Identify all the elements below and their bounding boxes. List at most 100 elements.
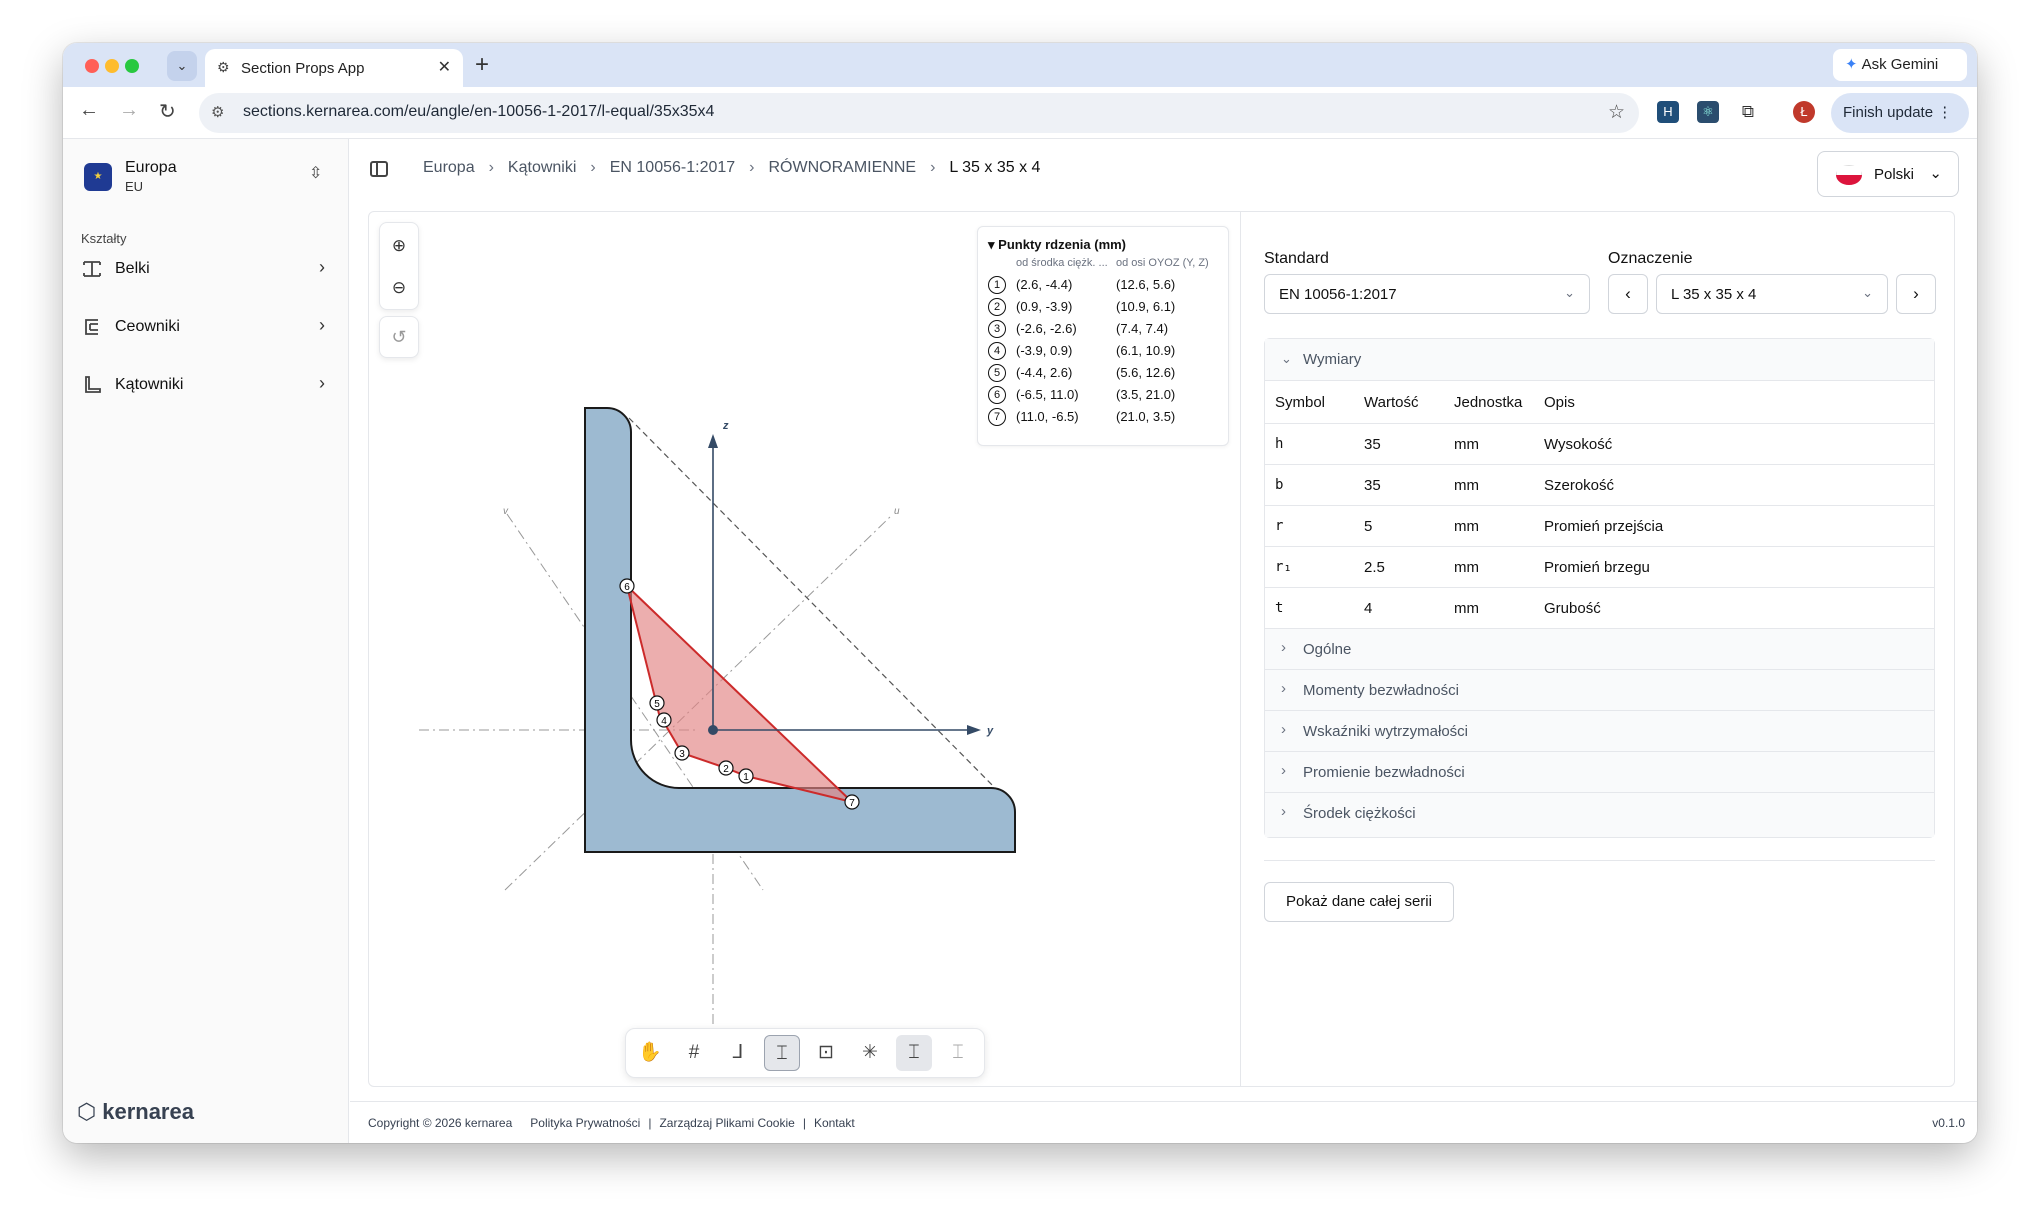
sidebar-item-belki[interactable]: Belki › [75,249,337,289]
standard-select[interactable]: EN 10056-1:2017 ⌄ [1264,274,1590,314]
symbol-cell: b [1275,477,1284,493]
core-point-label: 6 [624,582,630,593]
reload-icon[interactable]: ↻ [159,99,176,124]
site-info-icon[interactable]: ⚙ [211,103,224,121]
footer-separator: | [648,1116,652,1130]
axes-icon[interactable]: ⅃ [720,1035,756,1071]
core-point-6[interactable]: 6 [619,578,635,594]
tab-search-button[interactable]: ⌄ [167,51,197,81]
accordion-section-moduli[interactable]: › Wskaźniki wytrzymałości [1265,710,1934,751]
zoom-in-icon[interactable]: ⊕ [380,225,418,267]
url-text[interactable]: sections.kernarea.com/eu/angle/en-10056-… [243,103,714,121]
accordion-centroid[interactable]: › Środek ciężkości [1265,792,1934,837]
show-series-button[interactable]: Pokaż dane całej serii [1264,882,1454,922]
sidebar-item-ceowniki[interactable]: Ceowniki › [75,307,337,347]
origin-coords: (6.1, 10.9) [1116,343,1176,358]
sidebar-item-label: Belki [115,260,150,277]
hand-icon[interactable]: ✋ [632,1035,668,1071]
breadcrumb-separator-icon: › [488,159,494,176]
new-tab-button[interactable]: + [475,51,489,79]
close-tab-icon[interactable]: ✕ [438,57,451,77]
accordion-radii-of-gyration[interactable]: › Promienie bezwładności [1265,751,1934,792]
principal-axes-icon[interactable]: ✳ [852,1035,888,1071]
standard-label: Standard [1264,250,1329,267]
site-favicon-icon: ⚙ [217,59,230,75]
sidebar-item-katowniki[interactable]: Kątowniki › [75,365,337,405]
core-point-3[interactable]: 3 [674,745,690,761]
browser-tab[interactable]: ⚙ Section Props App ✕ [205,49,463,87]
copyright-text: Copyright © 2026 kernarea [368,1116,513,1130]
extension-react-icon[interactable]: ⚛ [1697,101,1719,123]
accordion-moments-of-inertia[interactable]: › Momenty bezwładności [1265,669,1934,710]
i-beam-icon [83,261,101,277]
legend-title[interactable]: ▾ Punkty rdzenia (mm) [988,237,1126,253]
u-axis-label: u [894,506,900,517]
reset-view-icon[interactable]: ↺ [379,316,419,358]
origin-coords: (7.4, 7.4) [1116,321,1169,336]
accordion-general[interactable]: › Ogólne [1265,628,1934,669]
cookies-link[interactable]: Zarządzaj Plikami Cookie [659,1116,794,1130]
dimensions-icon[interactable]: ⌶ [764,1035,800,1071]
centroid-icon[interactable]: ⊡ [808,1035,844,1071]
more-menu-icon: ⋮ [1937,104,1953,121]
maximize-window-button[interactable] [125,59,139,73]
breadcrumb-item[interactable]: EN 10056-1:2017 [610,159,735,176]
section-canvas[interactable]: z y u v 1 2 3 4 5 6 7 ⊕ ⊖ ↺ ▾ Punkty rdz… [369,212,1241,1086]
section-label: Kształty [81,231,127,246]
previous-designation-button[interactable]: ‹ [1608,274,1648,314]
next-designation-button[interactable]: › [1896,274,1936,314]
kernarea-logo: ⬡ kernarea [77,1099,194,1125]
back-icon[interactable]: ← [79,99,99,122]
description-cell: Szerokość [1544,477,1615,494]
breadcrumb-item[interactable]: Europa [423,159,475,176]
ask-gemini-button[interactable]: ✦ Ask Gemini [1833,49,1967,81]
unit-cell: mm [1454,559,1479,576]
table-row: r 5 mm Promień przejścia [1265,505,1934,546]
breadcrumb-item[interactable]: Kątowniki [508,159,576,176]
finish-update-button[interactable]: Finish update ⋮ [1831,93,1969,133]
designation-select[interactable]: L 35 x 35 x 4 ⌄ [1656,274,1888,314]
breadcrumb-item[interactable]: RÓWNORAMIENNE [769,159,917,176]
value-cell: 35 [1364,477,1381,494]
sidebar-toggle-icon[interactable] [370,161,388,177]
gemini-icon: ✦ [1845,56,1858,73]
column-header: Jednostka [1454,394,1523,411]
minimize-window-button[interactable] [105,59,119,73]
collapse-triangle-icon: ▾ [988,237,995,252]
core-point-5[interactable]: 5 [649,695,665,711]
forward-icon[interactable]: → [119,99,139,122]
core-point-1[interactable]: 1 [738,768,754,784]
extension-h-icon[interactable]: H [1657,101,1679,123]
description-cell: Promień przejścia [1544,518,1664,535]
grid-icon[interactable]: # [676,1035,712,1071]
section-shape-icon[interactable]: ⌶ [940,1035,976,1071]
core-point-4[interactable]: 4 [656,712,672,728]
core-point-label: 2 [723,764,729,775]
chevron-right-icon: › [1281,762,1286,779]
profile-avatar[interactable]: Ł [1793,101,1815,123]
core-polygon [625,582,856,804]
origin-coords: (5.6, 12.6) [1116,365,1176,380]
description-cell: Grubość [1544,600,1601,617]
view-toolbar: ✋ # ⅃ ⌶ ⊡ ✳ ⌶ ⌶ [625,1028,985,1078]
extensions-puzzle-icon[interactable]: ⧉ [1737,101,1759,123]
footer-links: Copyright © 2026 kernarea Polityka Prywat… [368,1116,855,1130]
zoom-out-icon[interactable]: ⊖ [380,267,418,309]
unit-cell: mm [1454,477,1479,494]
core-icon[interactable]: ⌶ [896,1035,932,1071]
designation-value: L 35 x 35 x 4 [1671,286,1757,303]
sidebar-item-label: Ceowniki [115,318,180,335]
contact-link[interactable]: Kontakt [814,1116,855,1130]
bookmark-star-icon[interactable]: ☆ [1608,101,1625,124]
close-window-button[interactable] [85,59,99,73]
privacy-link[interactable]: Polityka Prywatności [530,1116,640,1130]
address-bar[interactable]: ⚙ sections.kernarea.com/eu/angle/en-1005… [199,93,1639,133]
accordion-dimensions-header[interactable]: ⌄ Wymiary [1265,339,1934,381]
core-point-7[interactable]: 7 [844,794,860,810]
accordion-title: Ogólne [1303,641,1352,658]
value-cell: 5 [1364,518,1373,535]
language-select[interactable]: Polski ⌄ [1817,151,1959,197]
breadcrumb-separator-icon: › [749,159,755,176]
core-point-2[interactable]: 2 [718,760,734,776]
version-text: v0.1.0 [1932,1116,1965,1130]
